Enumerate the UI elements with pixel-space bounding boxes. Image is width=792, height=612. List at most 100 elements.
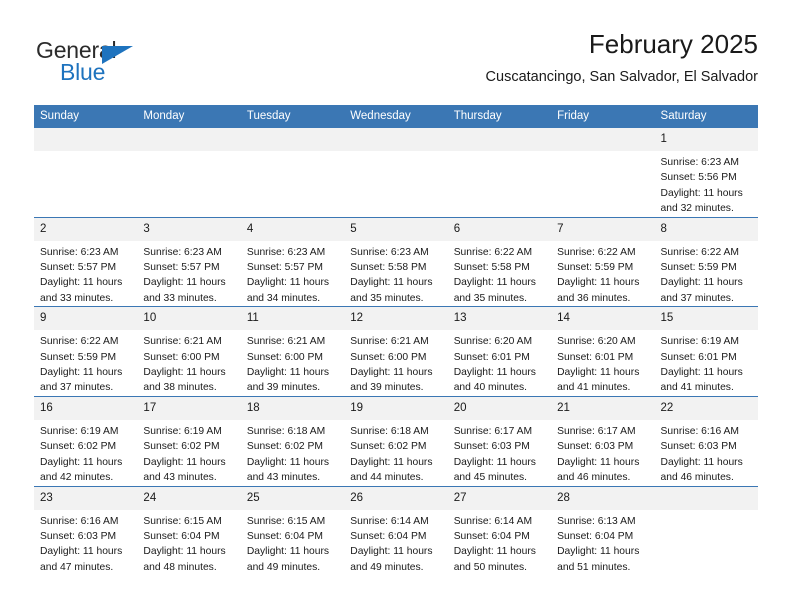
sunrise-text: Sunrise: 6:20 AM bbox=[557, 336, 636, 348]
sunrise-text: Sunrise: 6:23 AM bbox=[246, 246, 326, 258]
sunrise-text: Sunrise: 6:19 AM bbox=[40, 425, 119, 437]
daylight-text: Daylight: 11 hours and 41 minutes. bbox=[660, 367, 743, 394]
calendar-day-cell[interactable]: 13 Sunrise: 6:20 AM Sunset: 6:01 PM Dayligh… bbox=[447, 306, 552, 397]
day-number bbox=[447, 128, 552, 151]
calendar-day-cell[interactable]: 4 Sunrise: 6:23 AM Sunset: 5:57 PM Daylight… bbox=[240, 216, 345, 307]
day-details: Sunrise: 6:17 AM Sunset: 6:03 PM Daylight:… bbox=[551, 420, 654, 486]
sunrise-text: Sunrise: 6:15 AM bbox=[246, 515, 326, 527]
calendar-day-cell[interactable]: 3 Sunrise: 6:23 AM Sunset: 5:57 PM Daylight… bbox=[137, 216, 241, 307]
day-number: 24 bbox=[137, 486, 241, 510]
sunset-text: Sunset: 5:57 PM bbox=[246, 262, 323, 274]
calendar-day-cell[interactable]: 28 Sunrise: 6:13 AM Sunset: 6:04 PM Dayligh… bbox=[551, 485, 655, 576]
daylight-text: Daylight: 11 hours and 46 minutes. bbox=[557, 456, 640, 484]
calendar-day-cell[interactable]: 8 Sunrise: 6:22 AM Sunset: 5:59 PM Daylight… bbox=[654, 216, 758, 307]
day-number: 15 bbox=[654, 307, 758, 331]
day-number: 21 bbox=[551, 396, 655, 420]
day-number: 7 bbox=[551, 217, 655, 241]
day-number: 11 bbox=[240, 307, 345, 331]
calendar-day-cell[interactable]: 25 Sunrise: 6:15 AM Sunset: 6:04 PM Dayligh… bbox=[240, 485, 345, 576]
page-header: General Blue February 2025 Cuscatancingo… bbox=[34, 28, 758, 96]
sunrise-text: Sunrise: 6:19 AM bbox=[143, 425, 222, 437]
sunset-text: Sunset: 5:58 PM bbox=[350, 262, 427, 274]
calendar-day-cell[interactable]: 2 Sunrise: 6:23 AM Sunset: 5:57 PM Daylight… bbox=[34, 216, 138, 307]
daylight-text: Daylight: 11 hours and 50 minutes. bbox=[453, 546, 536, 573]
day-number bbox=[551, 128, 655, 151]
day-number: 5 bbox=[344, 217, 448, 241]
daylight-text: Daylight: 11 hours and 49 minutes. bbox=[350, 546, 433, 573]
calendar-day-cell[interactable]: 11 Sunrise: 6:21 AM Sunset: 6:00 PM Dayligh… bbox=[240, 306, 345, 397]
calendar-day-cell[interactable]: 27 Sunrise: 6:14 AM Sunset: 6:04 PM Dayligh… bbox=[447, 485, 552, 576]
weekday-header-friday: Friday bbox=[551, 105, 655, 128]
day-number bbox=[344, 128, 448, 151]
calendar-day-cell[interactable]: 15 Sunrise: 6:19 AM Sunset: 6:01 PM Dayligh… bbox=[654, 306, 758, 397]
calendar-day-cell[interactable]: 7 Sunrise: 6:22 AM Sunset: 5:59 PM Daylight… bbox=[551, 216, 655, 307]
sunrise-text: Sunrise: 6:16 AM bbox=[40, 515, 119, 527]
sunset-text: Sunset: 6:04 PM bbox=[143, 530, 220, 542]
calendar-week-row: 23 Sunrise: 6:16 AM Sunset: 6:03 PM Dayligh… bbox=[34, 485, 758, 576]
day-number: 1 bbox=[654, 128, 758, 151]
day-number: 6 bbox=[447, 217, 552, 241]
weekday-header-monday: Monday bbox=[137, 105, 241, 128]
sunset-text: Sunset: 6:01 PM bbox=[557, 351, 634, 363]
calendar-body: 1 Sunrise: 6:23 AM Sunset: 5:56 PM Daylight… bbox=[34, 128, 758, 576]
calendar-day-cell[interactable]: 20 Sunrise: 6:17 AM Sunset: 6:03 PM Dayligh… bbox=[447, 395, 552, 486]
calendar-day-cell-empty bbox=[654, 485, 758, 576]
calendar-day-cell-empty bbox=[240, 128, 345, 217]
sunrise-text: Sunrise: 6:22 AM bbox=[557, 246, 636, 258]
page-title: February 2025 bbox=[588, 29, 758, 59]
day-details: Sunrise: 6:21 AM Sunset: 6:00 PM Daylight:… bbox=[137, 330, 240, 396]
day-number: 22 bbox=[654, 396, 758, 420]
day-details: Sunrise: 6:20 AM Sunset: 6:01 PM Daylight:… bbox=[551, 330, 654, 396]
calendar-day-cell[interactable]: 6 Sunrise: 6:22 AM Sunset: 5:58 PM Daylight… bbox=[447, 216, 552, 307]
day-number: 23 bbox=[34, 486, 138, 510]
day-details: Sunrise: 6:23 AM Sunset: 5:57 PM Daylight:… bbox=[34, 241, 137, 307]
calendar-day-cell[interactable]: 5 Sunrise: 6:23 AM Sunset: 5:58 PM Daylight… bbox=[344, 216, 448, 307]
day-details: Sunrise: 6:18 AM Sunset: 6:02 PM Daylight:… bbox=[344, 420, 447, 486]
daylight-text: Daylight: 11 hours and 39 minutes. bbox=[246, 367, 330, 394]
daylight-text: Daylight: 11 hours and 35 minutes. bbox=[453, 277, 536, 304]
calendar-day-cell[interactable]: 17 Sunrise: 6:19 AM Sunset: 6:02 PM Dayligh… bbox=[137, 395, 241, 486]
day-number: 17 bbox=[137, 396, 241, 420]
calendar-day-cell[interactable]: 22 Sunrise: 6:16 AM Sunset: 6:03 PM Dayligh… bbox=[654, 395, 758, 486]
calendar-day-cell[interactable]: 26 Sunrise: 6:14 AM Sunset: 6:04 PM Dayligh… bbox=[344, 485, 448, 576]
day-details: Sunrise: 6:15 AM Sunset: 6:04 PM Daylight:… bbox=[241, 510, 344, 576]
calendar-day-cell[interactable]: 12 Sunrise: 6:21 AM Sunset: 6:00 PM Dayligh… bbox=[344, 306, 448, 397]
calendar-day-cell[interactable]: 9 Sunrise: 6:22 AM Sunset: 5:59 PM Daylight… bbox=[34, 306, 138, 397]
day-details: Sunrise: 6:16 AM Sunset: 6:03 PM Daylight:… bbox=[655, 420, 758, 486]
calendar-day-cell[interactable]: 21 Sunrise: 6:17 AM Sunset: 6:03 PM Dayligh… bbox=[551, 395, 655, 486]
page-subtitle: Cuscatancingo, San Salvador, El Salvador bbox=[485, 69, 758, 85]
calendar-day-cell-empty bbox=[344, 128, 448, 217]
weekday-header-thursday: Thursday bbox=[447, 105, 552, 128]
day-details: Sunrise: 6:22 AM Sunset: 5:59 PM Daylight:… bbox=[34, 330, 137, 396]
day-details: Sunrise: 6:18 AM Sunset: 6:02 PM Daylight:… bbox=[241, 420, 344, 486]
calendar-day-cell[interactable]: 16 Sunrise: 6:19 AM Sunset: 6:02 PM Dayligh… bbox=[34, 395, 138, 486]
sunrise-text: Sunrise: 6:13 AM bbox=[557, 515, 636, 527]
sunset-text: Sunset: 5:59 PM bbox=[660, 262, 737, 274]
sunset-text: Sunset: 5:57 PM bbox=[40, 262, 117, 274]
calendar-week-row: 16 Sunrise: 6:19 AM Sunset: 6:02 PM Dayligh… bbox=[34, 395, 758, 486]
calendar-day-cell[interactable]: 14 Sunrise: 6:20 AM Sunset: 6:01 PM Dayligh… bbox=[551, 306, 655, 397]
calendar-day-cell[interactable]: 23 Sunrise: 6:16 AM Sunset: 6:03 PM Dayligh… bbox=[34, 485, 138, 576]
daylight-text: Daylight: 11 hours and 33 minutes. bbox=[40, 277, 123, 304]
day-number: 26 bbox=[344, 486, 448, 510]
day-details: Sunrise: 6:22 AM Sunset: 5:59 PM Daylight:… bbox=[655, 241, 758, 307]
sunset-text: Sunset: 5:57 PM bbox=[143, 262, 220, 274]
day-number: 12 bbox=[344, 307, 448, 331]
day-number: 4 bbox=[240, 217, 345, 241]
day-details: Sunrise: 6:22 AM Sunset: 5:58 PM Daylight:… bbox=[448, 241, 551, 307]
day-details: Sunrise: 6:21 AM Sunset: 6:00 PM Daylight:… bbox=[344, 330, 447, 396]
calendar-day-cell[interactable]: 1 Sunrise: 6:23 AM Sunset: 5:56 PM Daylight… bbox=[654, 128, 758, 217]
day-number: 2 bbox=[34, 217, 138, 241]
calendar-day-cell[interactable]: 18 Sunrise: 6:18 AM Sunset: 6:02 PM Dayligh… bbox=[240, 395, 345, 486]
calendar-day-cell[interactable]: 19 Sunrise: 6:18 AM Sunset: 6:02 PM Dayligh… bbox=[344, 395, 448, 486]
daylight-text: Daylight: 11 hours and 46 minutes. bbox=[660, 456, 743, 484]
calendar-day-cell[interactable]: 24 Sunrise: 6:15 AM Sunset: 6:04 PM Dayligh… bbox=[137, 485, 241, 576]
weekday-header-wednesday: Wednesday bbox=[344, 105, 448, 128]
title-block: February 2025 Cuscatancingo, San Salvado… bbox=[486, 28, 758, 86]
day-number: 10 bbox=[137, 307, 241, 331]
daylight-text: Daylight: 11 hours and 37 minutes. bbox=[660, 277, 743, 304]
calendar-day-cell[interactable]: 10 Sunrise: 6:21 AM Sunset: 6:00 PM Dayligh… bbox=[137, 306, 241, 397]
sunrise-text: Sunrise: 6:20 AM bbox=[453, 336, 533, 348]
sunrise-text: Sunrise: 6:14 AM bbox=[350, 515, 429, 527]
day-details: Sunrise: 6:23 AM Sunset: 5:56 PM Daylight:… bbox=[655, 151, 758, 217]
